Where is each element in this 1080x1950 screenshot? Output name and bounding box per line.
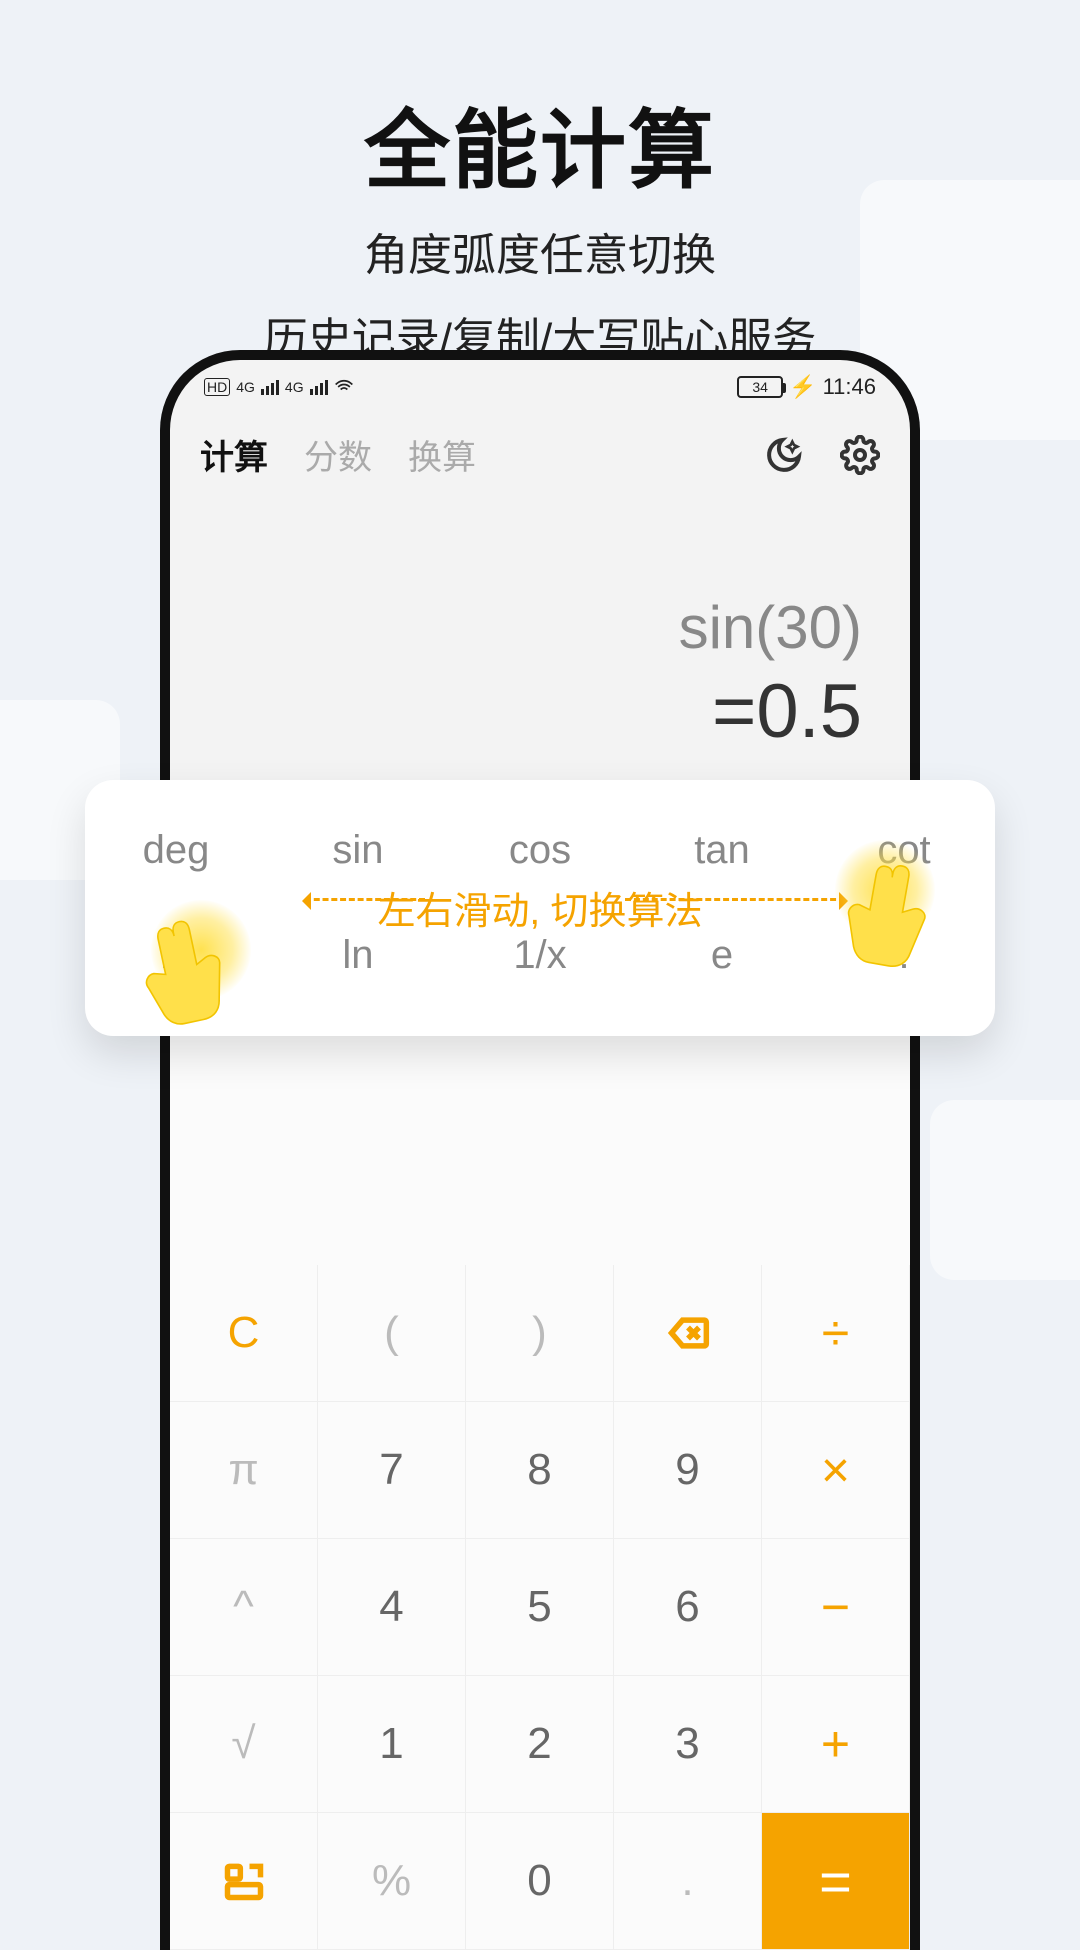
sci-ln[interactable]: ln — [267, 903, 449, 1008]
sci-panel: deg sin cos tan cot lg ln 1/x e ! 左右滑动, … — [85, 780, 995, 1036]
bg-decor — [930, 1100, 1080, 1280]
sci-sin[interactable]: sin — [267, 798, 449, 903]
key-2[interactable]: 2 — [466, 1676, 614, 1813]
key-power[interactable]: ^ — [170, 1539, 318, 1676]
key-equals[interactable]: = — [762, 1813, 910, 1950]
status-signal: HD 4G 4G — [204, 377, 354, 397]
display: sin(30) =0.5 — [170, 503, 910, 775]
sci-fact[interactable]: ! — [813, 903, 995, 1008]
app-header: 计算 分数 换算 — [170, 406, 910, 503]
key-clear[interactable]: C — [170, 1265, 318, 1402]
key-rparen[interactable]: ) — [466, 1265, 614, 1402]
tab-convert[interactable]: 换算 — [408, 430, 476, 479]
phone-frame: HD 4G 4G 34 ⚡ 11:46 计算 分数 换算 sin(30) =0.… — [160, 350, 920, 1950]
key-multiply[interactable]: × — [762, 1402, 910, 1539]
display-result: =0.5 — [218, 668, 862, 755]
key-lparen[interactable]: ( — [318, 1265, 466, 1402]
key-backspace[interactable] — [614, 1265, 762, 1402]
sci-e[interactable]: e — [631, 903, 813, 1008]
key-0[interactable]: 0 — [466, 1813, 614, 1950]
key-8[interactable]: 8 — [466, 1402, 614, 1539]
night-mode-icon[interactable] — [764, 435, 804, 475]
tab-fraction[interactable]: 分数 — [304, 430, 372, 479]
key-5[interactable]: 5 — [466, 1539, 614, 1676]
key-3[interactable]: 3 — [614, 1676, 762, 1813]
tab-calc[interactable]: 计算 — [200, 430, 268, 479]
sci-deg[interactable]: deg — [85, 798, 267, 903]
key-mode[interactable] — [170, 1813, 318, 1950]
key-6[interactable]: 6 — [614, 1539, 762, 1676]
key-7[interactable]: 7 — [318, 1402, 466, 1539]
display-expression: sin(30) — [218, 593, 862, 662]
sci-recip[interactable]: 1/x — [449, 903, 631, 1008]
status-bar: HD 4G 4G 34 ⚡ 11:46 — [170, 360, 910, 406]
key-1[interactable]: 1 — [318, 1676, 466, 1813]
settings-icon[interactable] — [840, 435, 880, 475]
key-divide[interactable]: ÷ — [762, 1265, 910, 1402]
sci-lg[interactable]: lg — [85, 903, 267, 1008]
status-battery: 34 ⚡ 11:46 — [737, 374, 876, 400]
key-percent[interactable]: % — [318, 1813, 466, 1950]
key-minus[interactable]: − — [762, 1539, 910, 1676]
key-pi[interactable]: π — [170, 1402, 318, 1539]
sci-cot[interactable]: cot — [813, 798, 995, 903]
keypad: C ( ) ÷ π 7 8 9 × ^ 4 5 6 − √ 1 2 3 + % … — [170, 990, 910, 1950]
sci-cos[interactable]: cos — [449, 798, 631, 903]
swipe-arrow-left-icon — [305, 898, 425, 901]
key-4[interactable]: 4 — [318, 1539, 466, 1676]
key-9[interactable]: 9 — [614, 1402, 762, 1539]
key-sqrt[interactable]: √ — [170, 1676, 318, 1813]
swipe-arrow-right-icon — [625, 898, 845, 901]
key-dot[interactable]: . — [614, 1813, 762, 1950]
key-plus[interactable]: + — [762, 1676, 910, 1813]
sci-tan[interactable]: tan — [631, 798, 813, 903]
